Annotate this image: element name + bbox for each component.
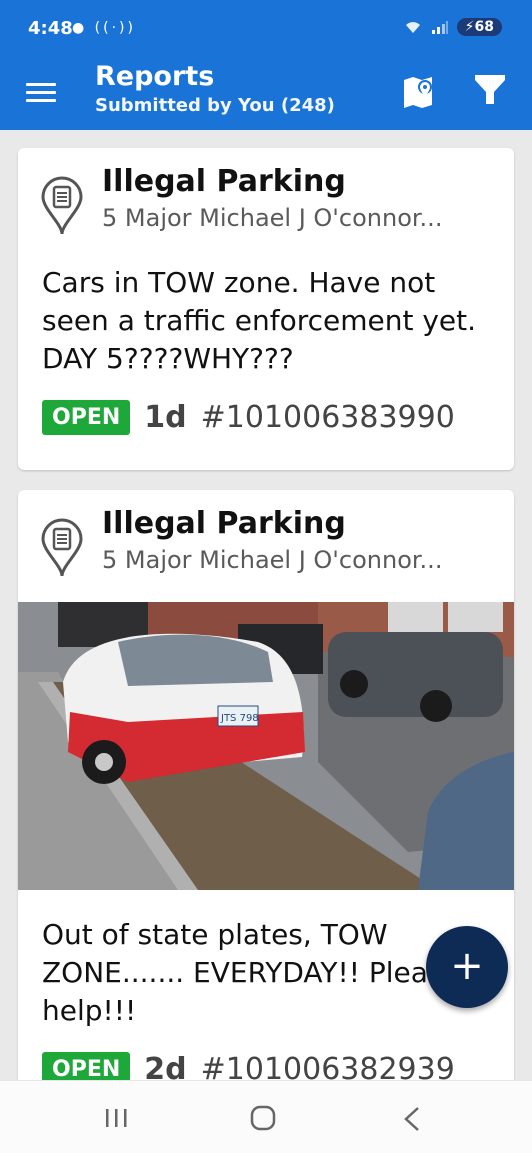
report-card[interactable]: Illegal Parking 5 Major Michael J O'conn… <box>18 490 514 1090</box>
report-id: #101006383990 <box>200 400 455 435</box>
battery-level: 68 <box>474 19 494 35</box>
report-meta: OPEN 1d #101006383990 <box>42 400 455 435</box>
signal-icon <box>431 21 448 34</box>
title-wrap: Reports Submitted by You (248) <box>95 60 335 118</box>
back-icon[interactable] <box>400 1105 424 1133</box>
parked-car-photo: JTS 798 <box>18 602 514 890</box>
hamburger-menu-icon <box>26 83 56 86</box>
status-right: ⚡68 <box>403 18 502 36</box>
report-pin-icon <box>41 176 83 235</box>
filter-button[interactable] <box>470 70 510 110</box>
filter-funnel-icon <box>475 75 505 104</box>
report-description: Cars in TOW zone. Have not seen a traffi… <box>42 266 477 375</box>
report-address: 5 Major Michael J O'connor... <box>102 204 443 232</box>
recent-apps-icon[interactable] <box>104 1107 128 1129</box>
page-subtitle: Submitted by You (248) <box>95 95 335 116</box>
report-photo[interactable]: JTS 798 <box>18 602 514 890</box>
report-pin-icon <box>41 518 83 577</box>
battery-indicator: ⚡68 <box>456 18 502 36</box>
home-icon[interactable] <box>250 1105 276 1131</box>
report-category: Illegal Parking <box>102 506 346 541</box>
status-badge: OPEN <box>42 400 131 435</box>
status-bar: 4:48 ● ((·)) ⚡68 <box>0 0 532 60</box>
report-card[interactable]: Illegal Parking 5 Major Michael J O'conn… <box>18 148 514 470</box>
license-plate: JTS 798 <box>220 713 259 724</box>
system-nav-bar <box>0 1080 532 1153</box>
map-pin-icon <box>404 77 432 108</box>
report-age: 1d <box>144 400 187 435</box>
report-address: 5 Major Michael J O'connor... <box>102 546 443 574</box>
add-report-button[interactable]: + <box>426 926 508 1008</box>
app-bar: 4:48 ● ((·)) ⚡68 Reports Submitted by Yo… <box>0 0 532 130</box>
status-time: 4:48 <box>28 18 73 39</box>
map-view-button[interactable] <box>400 72 440 112</box>
notification-icons: ● ((·)) <box>72 20 136 36</box>
menu-button[interactable] <box>26 78 56 104</box>
report-category: Illegal Parking <box>102 164 346 199</box>
page-title: Reports <box>95 61 215 92</box>
wifi-icon <box>405 22 420 33</box>
